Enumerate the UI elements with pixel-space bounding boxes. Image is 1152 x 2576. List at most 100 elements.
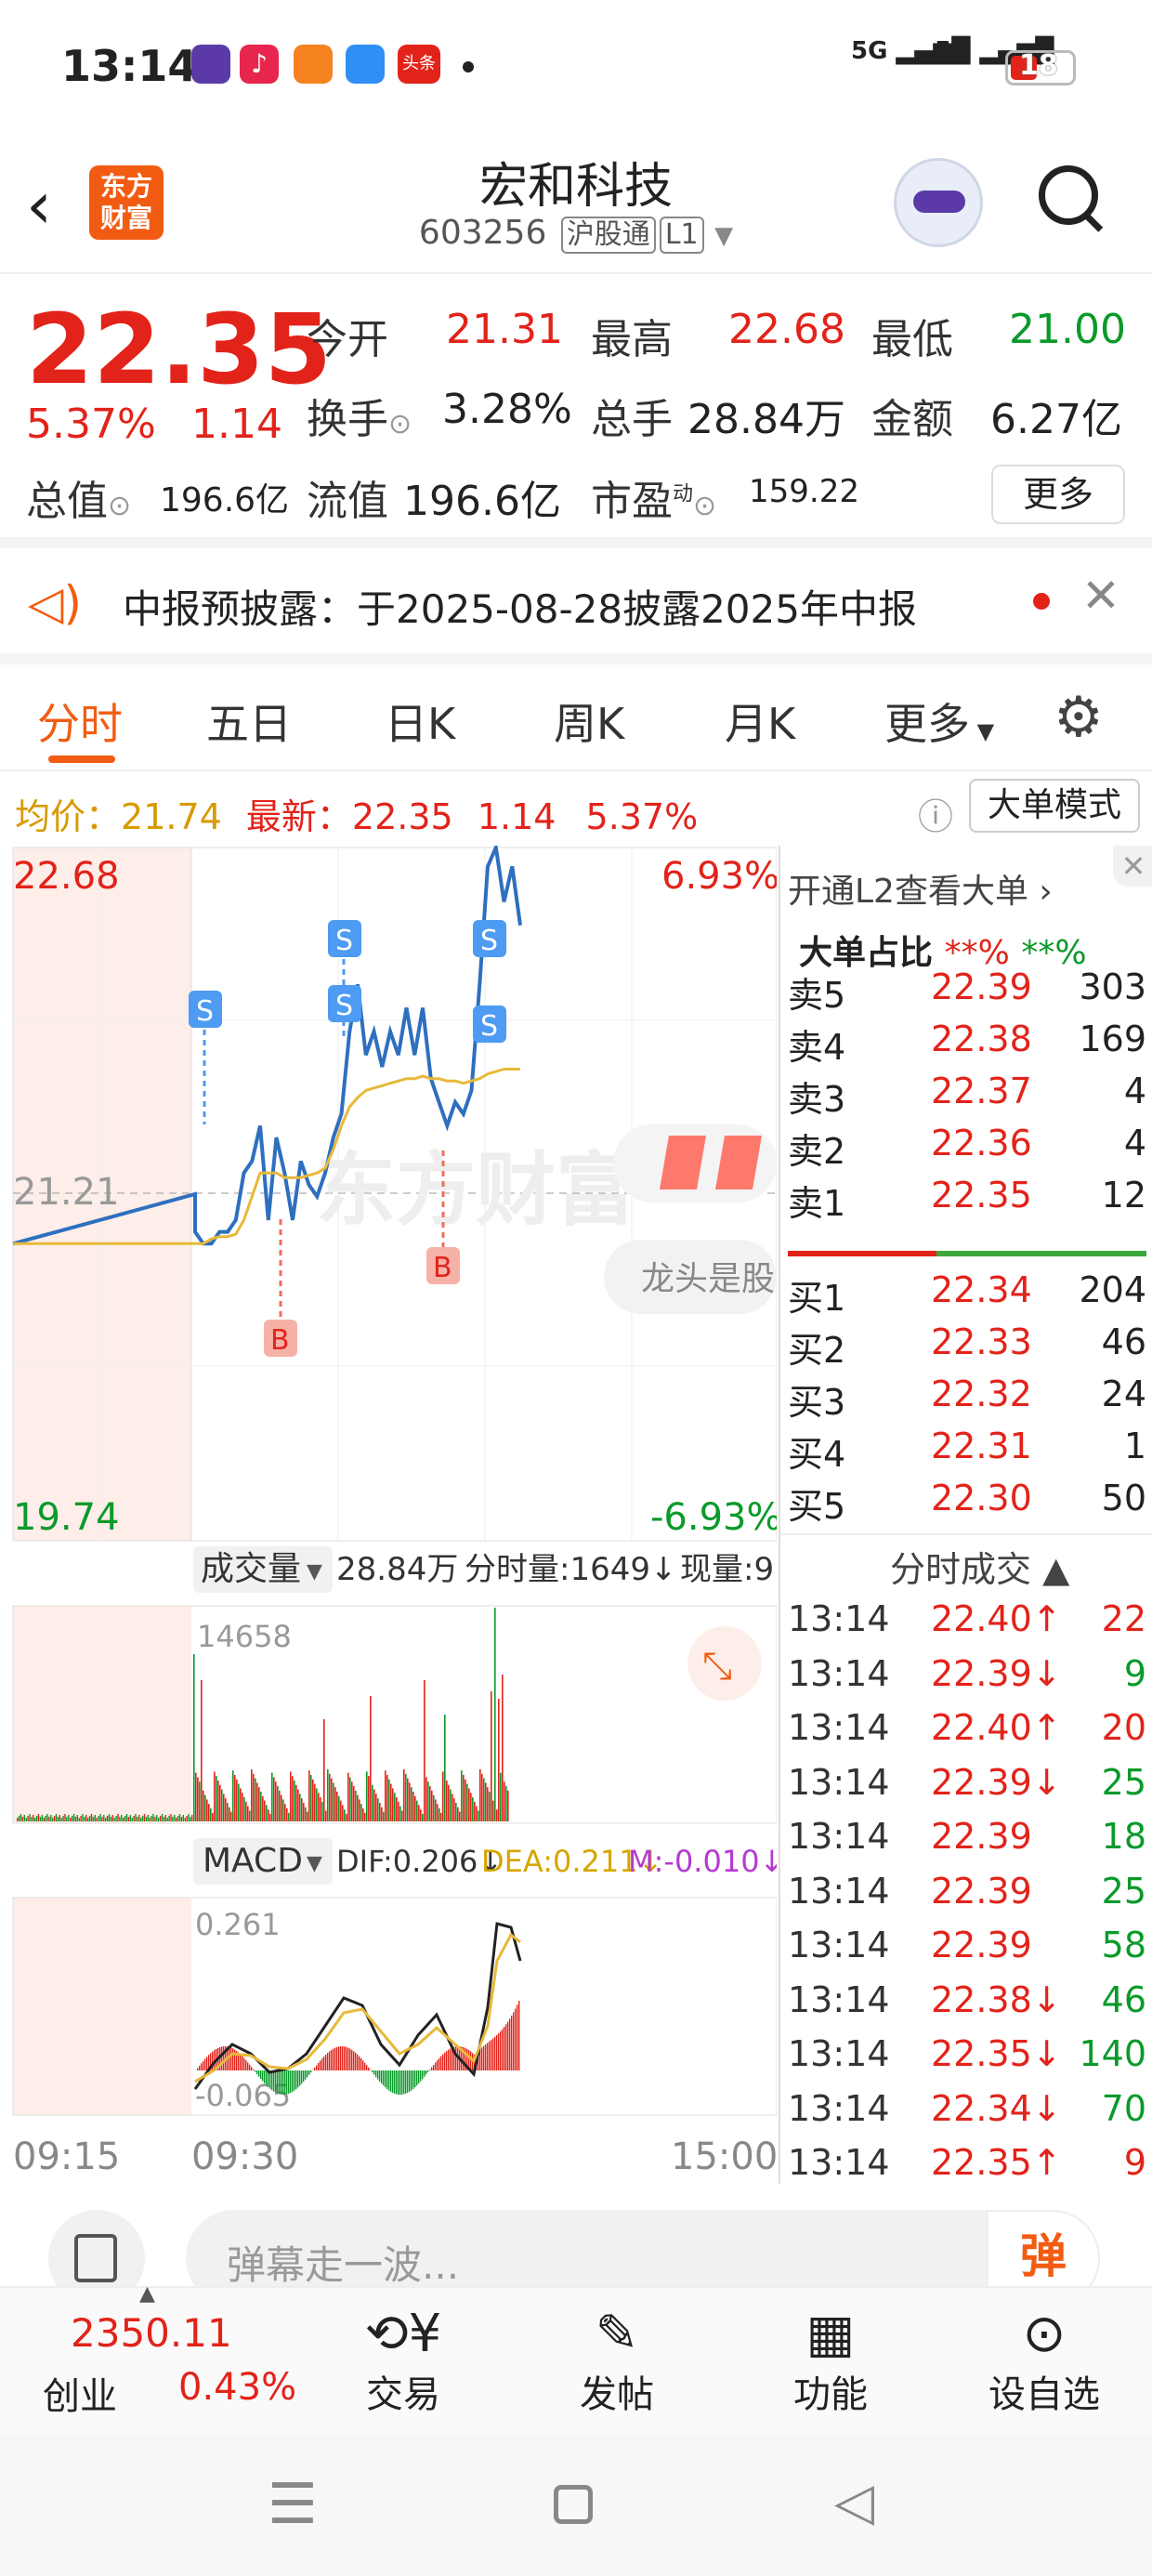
volume-bar (240, 1788, 242, 1821)
trade-row[interactable]: 13:14 22.40↑ 20 (780, 1707, 1152, 1761)
trade-row[interactable]: 13:14 22.38↓ 46 (780, 1979, 1152, 2033)
bid-row-price: 22.34 (931, 1269, 1032, 1310)
volume-bar (446, 1781, 448, 1821)
trade-row[interactable]: 13:14 22.40↑ 22 (780, 1598, 1152, 1652)
bid-row[interactable]: 买1 22.34 204 (780, 1269, 1152, 1321)
macd-bar (299, 2070, 301, 2086)
tab-daily-k[interactable]: 日K (385, 690, 455, 752)
macd-bar (323, 2056, 325, 2070)
ask-row[interactable]: 卖4 22.38 169 (780, 1019, 1152, 1071)
volume-bar (312, 1779, 314, 1821)
macd-bar (450, 2048, 452, 2070)
divider (780, 1533, 1152, 1535)
trade-button[interactable]: ⟲¥ 交易 (338, 2305, 468, 2418)
axis-high: 22.68 (13, 855, 120, 898)
functions-button[interactable]: ▦ 功能 (766, 2305, 896, 2418)
more-dot-icon (463, 61, 474, 72)
volume-bar (34, 1818, 36, 1821)
settings-gear-icon[interactable]: ⚙ (1054, 685, 1104, 750)
macd-bar (425, 2070, 427, 2075)
volume-bar (50, 1815, 52, 1821)
line-pct: 5.37% (585, 796, 699, 837)
macd-bar (437, 2060, 439, 2070)
volume-bar (357, 1794, 359, 1821)
volume-bar (325, 1810, 327, 1821)
volume-bar (450, 1789, 452, 1821)
macd-bar (498, 2032, 500, 2070)
volume-bar (338, 1795, 340, 1821)
volume-bar (88, 1816, 91, 1821)
help-icon[interactable]: ⓘ (918, 788, 953, 839)
ask-row[interactable]: 卖2 22.36 4 (780, 1123, 1152, 1175)
tab-intraday[interactable]: 分时 (37, 690, 123, 752)
turnover-label[interactable]: 换手⊙ (307, 386, 412, 445)
l2-upgrade-link[interactable]: 开通L2查看大单 › (788, 864, 1053, 913)
macd-bar (489, 2041, 491, 2070)
trade-row[interactable]: 13:14 22.34↓ 70 (780, 2088, 1152, 2142)
volume-bar (101, 1817, 103, 1821)
bid-row[interactable]: 买3 22.32 24 (780, 1373, 1152, 1426)
tab-monthly-k[interactable]: 月K (725, 690, 795, 752)
trade-list-title[interactable]: 分时成交 ▲ (890, 1541, 1069, 1592)
ask-row[interactable]: 卖3 22.37 4 (780, 1071, 1152, 1123)
tab-more[interactable]: 更多 ▼ (884, 690, 994, 752)
trade-row[interactable]: 13:14 22.39 18 (780, 1816, 1152, 1870)
volume-bar (18, 1816, 20, 1821)
close-icon[interactable]: ✕ (1113, 846, 1152, 887)
macd-bar (243, 2057, 245, 2070)
big-order-mode-button[interactable]: 大单模式 (969, 779, 1140, 833)
bid-row[interactable]: 买2 22.33 46 (780, 1321, 1152, 1373)
post-button[interactable]: ✎ 发帖 (552, 2305, 682, 2418)
trade-row[interactable]: 13:14 22.35↑ 9 (780, 2142, 1152, 2196)
notice-bar[interactable]: ◁) 中报预披露：于2025-08-28披露2025年中报 ✕ (0, 548, 1152, 664)
tab-weekly-k[interactable]: 周K (554, 690, 624, 752)
volume-bar (492, 1800, 494, 1821)
index-value[interactable]: 2350.11 (71, 2310, 232, 2356)
index-name[interactable]: 创业 (43, 2366, 117, 2420)
menu-icon[interactable]: ☰ (268, 2472, 318, 2537)
add-watchlist-button[interactable]: ⊙ 设自选 (979, 2305, 1109, 2418)
toutiao-icon: 头条 (398, 45, 440, 84)
close-icon[interactable]: ✕ (1081, 569, 1120, 623)
trade-row[interactable]: 13:14 22.39↓ 9 (780, 1653, 1152, 1707)
macd-bar (201, 2063, 203, 2070)
tab-five-day[interactable]: 五日 (206, 690, 292, 752)
app-notification-icon (294, 45, 333, 84)
volume-bar (94, 1815, 96, 1821)
volume-bar (90, 1814, 93, 1821)
trade-row[interactable]: 13:14 22.35↓ 140 (780, 2033, 1152, 2087)
index-pct[interactable]: 0.43% (178, 2366, 296, 2409)
macd-bar (385, 2070, 386, 2088)
macd-bar (375, 2070, 377, 2078)
robot-avatar-icon[interactable] (894, 158, 983, 247)
mcap-label[interactable]: 总值⊙ (26, 467, 131, 527)
macd-bar (394, 2070, 396, 2094)
macd-bar (386, 2070, 388, 2089)
time-label-start: 09:15 (13, 2136, 120, 2178)
trade-row[interactable]: 13:14 22.39↓ 25 (780, 1762, 1152, 1816)
intraday-chart[interactable]: 东方财富 龙头是股 S S S S S B B 22.68 19.74 21.2… (0, 846, 777, 2193)
trade-row[interactable]: 13:14 22.39 58 (780, 1925, 1152, 1978)
bid-row[interactable]: 买4 22.31 1 (780, 1426, 1152, 1478)
more-button[interactable]: 更多 (991, 465, 1125, 524)
volume-bar (161, 1814, 164, 1821)
home-icon[interactable] (554, 2485, 593, 2524)
amount-label: 金额 (871, 396, 953, 443)
trade-row-qty: 70 (1101, 2087, 1146, 2129)
trade-row-label: 13:14 (788, 1978, 890, 2020)
macd-bar (360, 2057, 362, 2070)
danmaku-placeholder: 弹幕走一波... (227, 2242, 460, 2288)
ask-row[interactable]: 卖5 22.39 303 (780, 966, 1152, 1019)
chart-svg[interactable]: 东方财富 龙头是股 S S S S S B B 22.68 19.74 21.2… (0, 846, 777, 2193)
notice-text: 中报预披露：于2025-08-28披露2025年中报 (123, 586, 917, 632)
volume-bar (249, 1810, 251, 1821)
volume-bar (435, 1799, 437, 1821)
volume-bar (199, 1781, 201, 1821)
ask-row[interactable]: 卖1 22.35 12 (780, 1175, 1152, 1227)
bid-row[interactable]: 买5 22.30 50 (780, 1478, 1152, 1530)
volume-bar (347, 1772, 349, 1821)
trade-row[interactable]: 13:14 22.39 25 (780, 1871, 1152, 1925)
price-info-line: 均价：21.74 最新：22.35 1.14 5.37% ⓘ 大单模式 (0, 771, 1152, 846)
back-nav-icon[interactable]: ◁ (834, 2472, 874, 2532)
pe-label[interactable]: 市盈动⊙ (591, 467, 716, 527)
